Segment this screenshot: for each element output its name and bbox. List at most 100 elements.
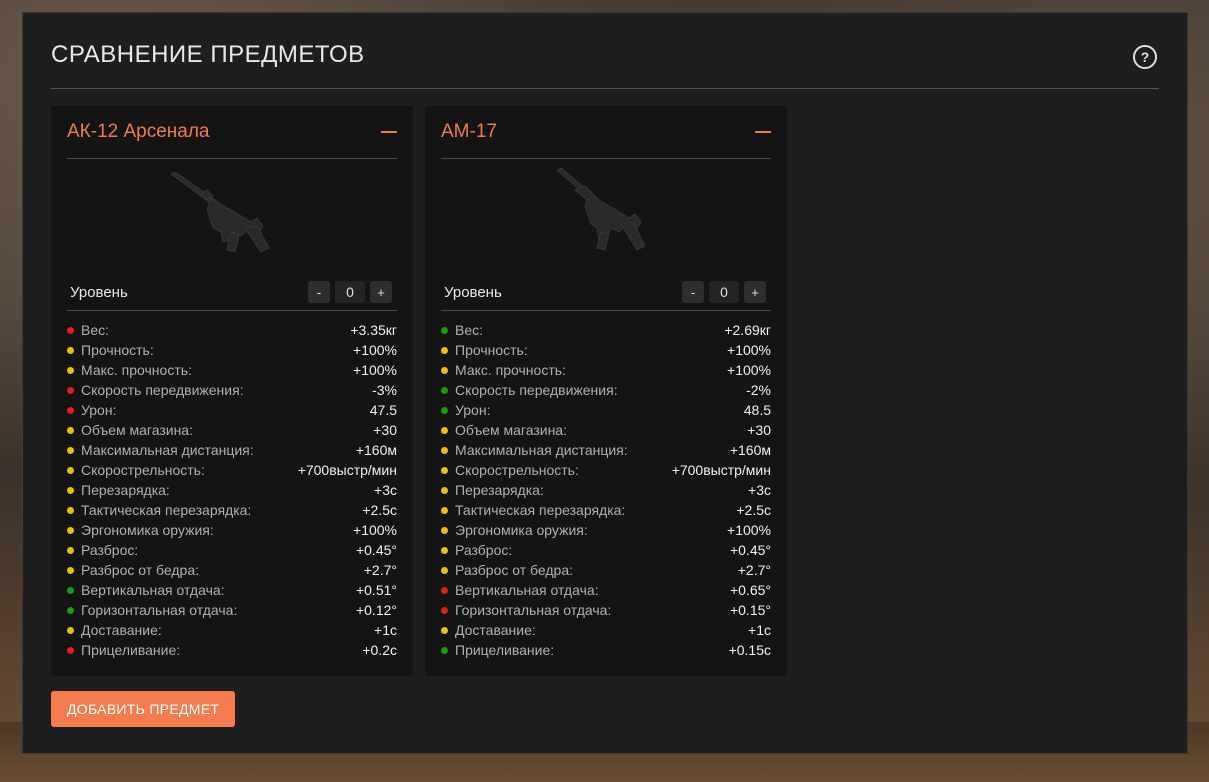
stat-label: Скорострельность: [455, 462, 579, 478]
stat-row: Максимальная дистанция: +160м [67, 440, 397, 460]
stat-left: Вес: [67, 322, 109, 338]
stat-left: Скорострельность: [67, 462, 205, 478]
status-dot-icon [67, 606, 74, 614]
stat-label: Скорость передвижения: [455, 382, 618, 398]
stat-value: +3с [748, 482, 771, 498]
stat-value: +160м [729, 442, 771, 458]
item-card: АК-12 Арсенала Уровень - 0 + Вес: +3.35к… [51, 106, 413, 676]
stat-row: Разброс от бедра: +2.7° [67, 560, 397, 580]
stat-row: Вертикальная отдача: +0.51° [67, 580, 397, 600]
stat-left: Скорострельность: [441, 462, 579, 478]
level-label: Уровень [70, 283, 128, 301]
status-dot-icon [441, 346, 448, 354]
status-dot-icon [67, 526, 74, 534]
status-dot-icon [441, 386, 448, 394]
modal-title: СРАВНЕНИЕ ПРЕДМЕТОВ [51, 41, 365, 68]
status-dot-icon [67, 466, 74, 474]
remove-item-button[interactable] [381, 131, 397, 133]
help-icon[interactable]: ? [1133, 45, 1157, 69]
level-decrease-button[interactable]: - [308, 281, 330, 303]
stat-left: Доставание: [441, 622, 536, 638]
stat-label: Перезарядка: [455, 482, 544, 498]
stat-value: 48.5 [743, 402, 771, 418]
stat-left: Прочность: [441, 342, 528, 358]
stat-left: Объем магазина: [441, 422, 567, 438]
stat-left: Перезарядка: [67, 482, 170, 498]
status-dot-icon [441, 646, 448, 654]
stat-value: +2.5с [736, 502, 771, 518]
remove-item-button[interactable] [755, 131, 771, 133]
stat-row: Перезарядка: +3с [67, 480, 397, 500]
stat-row: Тактическая перезарядка: +2.5с [67, 500, 397, 520]
status-dot-icon [441, 466, 448, 474]
level-decrease-button[interactable]: - [682, 281, 704, 303]
stat-row: Вес: +3.35кг [67, 320, 397, 340]
status-dot-icon [67, 346, 74, 354]
level-increase-button[interactable]: + [370, 281, 392, 303]
stat-label: Урон: [455, 402, 491, 418]
status-dot-icon [67, 386, 74, 394]
stat-left: Доставание: [67, 622, 162, 638]
stat-value: +1с [374, 622, 397, 638]
stat-left: Вертикальная отдача: [67, 582, 225, 598]
stat-row: Урон: 47.5 [67, 400, 397, 420]
status-dot-icon [67, 646, 74, 654]
stat-label: Эргономика оружия: [455, 522, 588, 538]
stat-row: Вертикальная отдача: +0.65° [441, 580, 771, 600]
stat-value: 47.5 [369, 402, 397, 418]
item-cards: АК-12 Арсенала Уровень - 0 + Вес: +3.35к… [51, 106, 787, 676]
stat-row: Скорострельность: +700выстр/мин [441, 460, 771, 480]
level-value[interactable]: 0 [335, 281, 365, 303]
stats-list: Вес: +2.69кг Прочность: +100% Макс. прочност… [441, 320, 771, 660]
level-increase-button[interactable]: + [744, 281, 766, 303]
stat-label: Объем магазина: [81, 422, 193, 438]
stat-label: Максимальная дистанция: [81, 442, 254, 458]
stats-list: Вес: +3.35кг Прочность: +100% Макс. прочност… [67, 320, 397, 660]
stat-label: Прицеливание: [455, 642, 555, 658]
stat-left: Эргономика оружия: [67, 522, 214, 538]
status-dot-icon [441, 566, 448, 574]
stat-left: Вертикальная отдача: [441, 582, 599, 598]
add-item-button[interactable]: ДОБАВИТЬ ПРЕДМЕТ [51, 691, 236, 727]
stat-value: +0.51° [355, 582, 397, 598]
stat-value: +0.45° [729, 542, 771, 558]
stat-label: Вес: [81, 322, 110, 338]
stat-value: +0.15с [728, 642, 771, 658]
stat-left: Скорость передвижения: [441, 382, 618, 398]
status-dot-icon [441, 406, 448, 414]
stat-label: Доставание: [81, 622, 162, 638]
stat-label: Разброс от бедра: [81, 562, 199, 578]
stat-row: Прочность: +100% [441, 340, 771, 360]
stat-value: +100% [353, 362, 397, 378]
stat-left: Горизонтальная отдача: [67, 602, 237, 618]
stat-left: Эргономика оружия: [441, 522, 588, 538]
status-dot-icon [441, 626, 448, 634]
stat-row: Эргономика оружия: +100% [441, 520, 771, 540]
stat-label: Объем магазина: [455, 422, 567, 438]
stat-row: Макс. прочность: +100% [441, 360, 771, 380]
stat-value: +0.12° [355, 602, 397, 618]
stat-label: Горизонтальная отдача: [81, 602, 238, 618]
status-dot-icon [67, 566, 74, 574]
level-value[interactable]: 0 [709, 281, 739, 303]
stat-value: +100% [727, 342, 771, 358]
status-dot-icon [67, 426, 74, 434]
stat-row: Объем магазина: +30 [67, 420, 397, 440]
stat-label: Эргономика оружия: [81, 522, 214, 538]
item-card: АМ-17 Уровень - 0 + Вес: +2.69кг Прочнос… [425, 106, 787, 676]
stat-row: Горизонтальная отдача: +0.15° [441, 600, 771, 620]
card-header: АК-12 Арсенала [67, 106, 397, 159]
stat-row: Максимальная дистанция: +160м [441, 440, 771, 460]
stat-label: Максимальная дистанция: [455, 442, 628, 458]
stat-row: Разброс: +0.45° [441, 540, 771, 560]
stat-row: Прицеливание: +0.2с [67, 640, 397, 660]
status-dot-icon [441, 526, 448, 534]
status-dot-icon [441, 606, 448, 614]
stat-label: Тактическая перезарядка: [455, 502, 626, 518]
stat-left: Объем магазина: [67, 422, 193, 438]
status-dot-icon [67, 406, 74, 414]
stat-left: Вес: [441, 322, 483, 338]
stat-value: +3.35кг [350, 322, 397, 338]
stat-value: +0.65° [729, 582, 771, 598]
stat-label: Прочность: [81, 342, 154, 358]
